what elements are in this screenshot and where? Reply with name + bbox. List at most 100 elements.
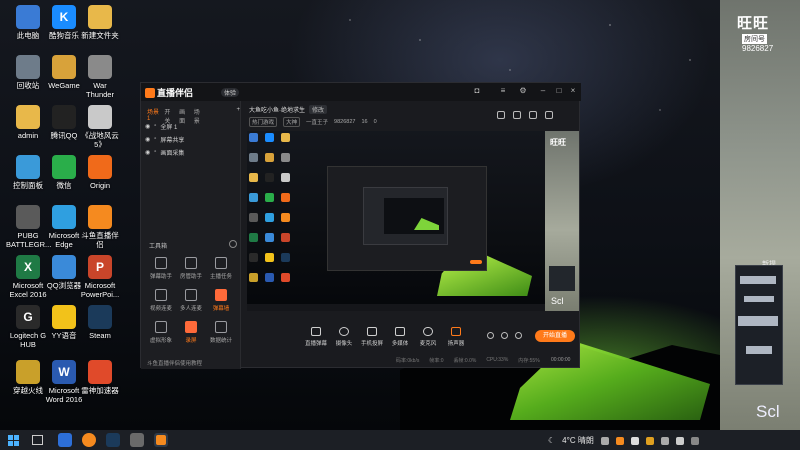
record-icon[interactable]: [487, 332, 494, 339]
speaker-icon: [451, 327, 461, 336]
desktop-icon[interactable]: Steam: [78, 305, 122, 355]
preview-icon: [265, 253, 274, 262]
version-badge[interactable]: 体验: [221, 88, 240, 97]
gear-icon[interactable]: [515, 332, 522, 339]
preview-logo: 旺旺: [550, 138, 566, 147]
tab-scene-2[interactable]: 开关: [164, 107, 174, 125]
eye-icon[interactable]: ◉: [145, 136, 150, 143]
desktop-icon-label: 《战地风云 5》: [81, 131, 119, 149]
taskbar-steam-icon[interactable]: [106, 433, 120, 447]
preview-icon: [281, 253, 290, 262]
desktop-icon[interactable]: War Thunder: [78, 55, 122, 105]
speaker-button[interactable]: 扬声器: [441, 327, 471, 347]
tool-button[interactable]: 弹幕墙: [207, 289, 235, 319]
tutorial-link[interactable]: 斗鱼直播伴侣使用教程: [147, 359, 202, 367]
app-icon: [52, 105, 76, 129]
lock-icon[interactable]: ▫: [154, 149, 156, 155]
preview-icon: [281, 133, 290, 142]
eye-icon[interactable]: ◉: [145, 123, 150, 130]
start-live-button[interactable]: 开始直播: [535, 330, 575, 342]
tool-button[interactable]: 多人连麦: [177, 289, 205, 319]
tool-icon: [155, 257, 167, 269]
source-item[interactable]: ◉ ▫ 画面采集: [145, 147, 237, 157]
stream-preview[interactable]: [247, 131, 547, 311]
desktop-icon[interactable]: 新建文件夹: [78, 5, 122, 55]
room-title[interactable]: 大鱼吃小鱼·绝地求生: [249, 105, 305, 114]
avatar-icon[interactable]: ◘: [473, 87, 481, 95]
tool-button[interactable]: 录屏: [177, 321, 205, 351]
app-icon: P: [88, 255, 112, 279]
tab-scene-1[interactable]: 场景1: [147, 107, 159, 122]
desktop-icon[interactable]: 雷神加速器: [78, 360, 122, 410]
share-icon[interactable]: [545, 111, 553, 119]
weather-text[interactable]: 4°C 晴朗: [562, 435, 594, 446]
preview-icon: [249, 173, 258, 182]
task-view-icon[interactable]: [32, 435, 43, 445]
tray-icon[interactable]: [600, 436, 609, 445]
desktop-icon-label: 雷神加速器: [81, 386, 119, 395]
preview-icon: [281, 213, 290, 222]
tray-icon[interactable]: [645, 436, 654, 445]
media-button[interactable]: 多媒体: [385, 327, 415, 347]
microphone-button[interactable]: 麦克风: [413, 327, 443, 347]
tab-scene-3[interactable]: 画面: [179, 107, 189, 125]
taskbar-edge-icon[interactable]: [58, 433, 72, 447]
bell-icon[interactable]: [529, 111, 537, 119]
close-icon[interactable]: ×: [569, 87, 577, 95]
taskbar-live-assistant-icon[interactable]: [154, 433, 168, 447]
tray-icon[interactable]: [615, 436, 624, 445]
notification-center-icon[interactable]: [690, 436, 699, 445]
lock-icon[interactable]: ▫: [154, 123, 156, 129]
tool-button[interactable]: 房管助手: [177, 257, 205, 287]
menu-icon[interactable]: ≡: [499, 87, 507, 95]
tool-label: 多人连麦: [179, 306, 202, 312]
tray-icon[interactable]: [630, 436, 639, 445]
tab-scene-4[interactable]: 场景: [194, 107, 204, 125]
category-pill[interactable]: 热门游戏: [249, 117, 278, 127]
room-number: 9826827: [742, 44, 774, 53]
preview-icon: [265, 273, 274, 282]
category-tag[interactable]: 大神: [283, 117, 301, 127]
preview-corner-text: Scl: [551, 296, 564, 306]
tool-button[interactable]: 视频连麦: [147, 289, 175, 319]
volume-icon[interactable]: [675, 436, 684, 445]
phone-cast-button[interactable]: 手机投屏: [357, 327, 387, 347]
add-scene-button[interactable]: +: [237, 107, 241, 117]
taskbar-app-icon[interactable]: [82, 433, 96, 447]
preview-nested-window: [327, 166, 487, 271]
tool-button[interactable]: 弹幕助手: [147, 257, 175, 287]
desktop-icon[interactable]: P Microsoft PowerPoi...: [78, 255, 122, 305]
source-item[interactable]: ◉ ▫ 全屏 1: [145, 121, 237, 131]
tool-icon: [215, 321, 227, 333]
danmu-button[interactable]: 直播弹幕: [301, 327, 331, 347]
camera-button[interactable]: 摄像头: [329, 327, 359, 347]
source-item[interactable]: ◉ ▫ 屏幕共享: [145, 134, 237, 144]
desktop-icon[interactable]: Origin: [78, 155, 122, 205]
lock-icon[interactable]: ▫: [154, 136, 156, 142]
settings-icon[interactable]: ⚙: [519, 87, 527, 95]
window-titlebar[interactable]: 直播伴侣 体验 ◘ ≡ ⚙ – □ ×: [141, 83, 581, 101]
preview-icon: [249, 153, 258, 162]
app-icon: [52, 155, 76, 179]
top-action-icons: [497, 111, 553, 119]
desktop-icon[interactable]: 《战地风云 5》: [78, 105, 122, 155]
media-icon: [395, 327, 405, 336]
eye-toggle-icon[interactable]: [501, 332, 508, 339]
notification-icon[interactable]: [497, 111, 505, 119]
tool-button[interactable]: 数据统计: [207, 321, 235, 351]
gift-icon[interactable]: [513, 111, 521, 119]
preview-icon: [281, 273, 290, 282]
taskbar-app-icon[interactable]: [130, 433, 144, 447]
eye-icon[interactable]: ◉: [145, 149, 150, 156]
minimize-icon[interactable]: –: [539, 87, 547, 95]
tool-button[interactable]: 虚拟形象: [147, 321, 175, 351]
desktop-icon[interactable]: 斗鱼直播伴侣: [78, 205, 122, 255]
network-icon[interactable]: [660, 436, 669, 445]
desktop-icon-grid: 此电脑 K 酷狗音乐 新建文件夹 回收站 WeGame War Thunder admin 腾讯…: [0, 0, 130, 425]
toolbox-more-icon[interactable]: [229, 240, 237, 248]
start-icon[interactable]: [8, 435, 19, 446]
edit-title-button[interactable]: 修改: [309, 105, 328, 114]
app-icon: [88, 5, 112, 29]
tool-button[interactable]: 主播任务: [207, 257, 235, 287]
maximize-icon[interactable]: □: [555, 87, 563, 95]
